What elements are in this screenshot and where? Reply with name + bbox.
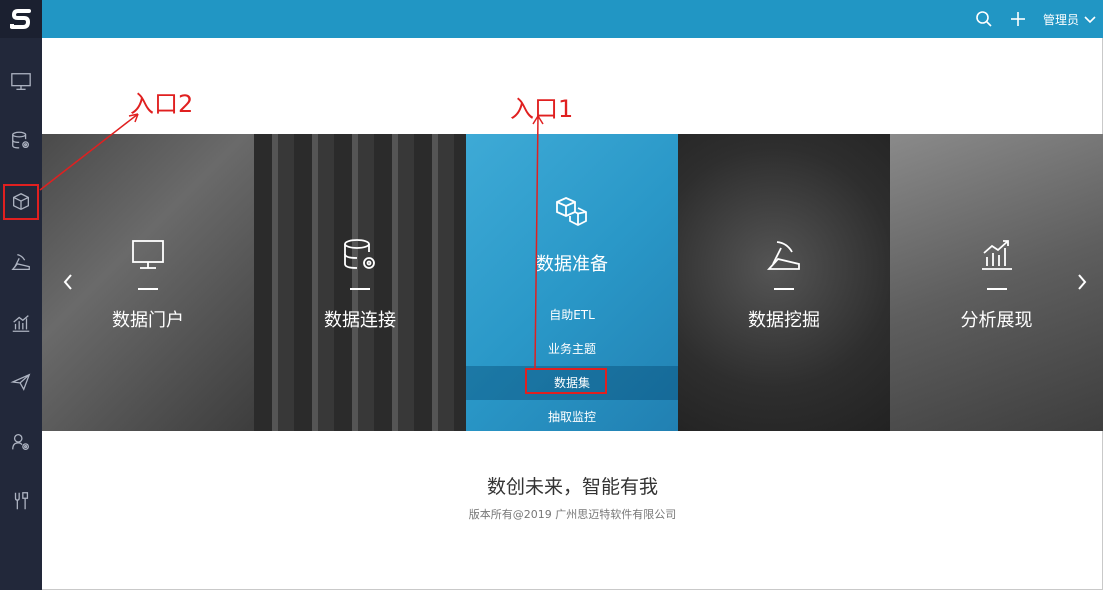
sidebar-item-data-prep[interactable] — [3, 184, 39, 220]
database-gear-icon — [341, 236, 379, 274]
carousel-next-button[interactable] — [1072, 270, 1092, 294]
chevron-left-icon — [63, 274, 72, 290]
divider — [774, 288, 794, 290]
bar-chart-icon — [978, 236, 1016, 274]
panel-data-prep[interactable]: 数据准备 自助ETL 业务主题 数据集 抽取监控 — [466, 134, 678, 431]
logo-icon — [10, 9, 31, 29]
top-tools: 管理员 — [975, 0, 1097, 38]
panel-data-connection[interactable]: 数据连接 — [254, 134, 466, 431]
sidebar-item-user-management[interactable] — [5, 426, 37, 458]
sidebar-item-data-mining[interactable] — [5, 246, 37, 278]
user-menu[interactable]: 管理员 — [1043, 11, 1097, 28]
mining-icon — [765, 236, 803, 274]
chevron-right-icon — [1078, 274, 1087, 290]
sidebar-item-system-tools[interactable] — [5, 485, 37, 517]
sidebar-item-portal[interactable] — [5, 66, 37, 98]
sidebar-item-publish[interactable] — [5, 366, 37, 398]
logo[interactable] — [0, 0, 42, 38]
copyright: 版本所有@2019 广州思迈特软件有限公司 — [468, 508, 677, 521]
menu-item-extract-monitor[interactable]: 抽取监控 — [466, 400, 678, 431]
chevron-down-icon — [1084, 16, 1096, 24]
highlight-box — [525, 368, 607, 394]
cubes-icon — [553, 194, 591, 232]
database-gear-icon — [12, 131, 29, 149]
panel-data-mining[interactable]: 数据挖掘 — [678, 134, 890, 431]
mining-icon — [11, 254, 30, 270]
panel-title: 数据门户 — [112, 310, 184, 331]
sidebar-item-data-connection[interactable] — [5, 125, 37, 157]
data-prep-menu: 自助ETL 业务主题 数据集 抽取监控 — [466, 298, 678, 431]
carousel-prev-button[interactable] — [58, 270, 78, 294]
menu-item-business-theme[interactable]: 业务主题 — [466, 332, 678, 366]
feature-carousel: 数据门户 数据连接 数据准备 自助ETL 业务主题 数据集 抽取监控 数据挖掘 … — [42, 134, 1103, 431]
annotation-entry1: 入口1 — [510, 95, 574, 123]
menu-item-self-etl[interactable]: 自助ETL — [466, 298, 678, 332]
user-name: 管理员 — [1042, 12, 1079, 27]
divider — [138, 288, 158, 290]
divider — [986, 288, 1007, 290]
panel-title: 数据挖掘 — [748, 310, 820, 331]
user-gear-icon — [12, 434, 29, 450]
sidebar-item-analysis[interactable] — [5, 307, 37, 339]
panel-title: 数据准备 — [536, 254, 608, 275]
annotation-entry2: 入口2 — [130, 90, 194, 118]
bar-chart-icon — [12, 315, 30, 332]
menu-item-dataset[interactable]: 数据集 — [466, 366, 678, 400]
panel-title: 数据连接 — [324, 310, 396, 331]
paper-plane-icon — [10, 373, 31, 391]
top-bar: 管理员 — [42, 0, 1103, 38]
sidebar — [0, 0, 42, 590]
tools-icon — [14, 492, 29, 510]
slogan: 数创未来，智能有我 — [486, 476, 658, 498]
monitor-icon — [11, 73, 31, 90]
divider — [350, 288, 370, 290]
search-icon[interactable] — [975, 10, 993, 28]
monitor-icon — [129, 236, 167, 274]
cube-icon — [13, 193, 29, 211]
panel-title: 分析展现 — [960, 310, 1033, 331]
plus-icon[interactable] — [1009, 10, 1027, 28]
